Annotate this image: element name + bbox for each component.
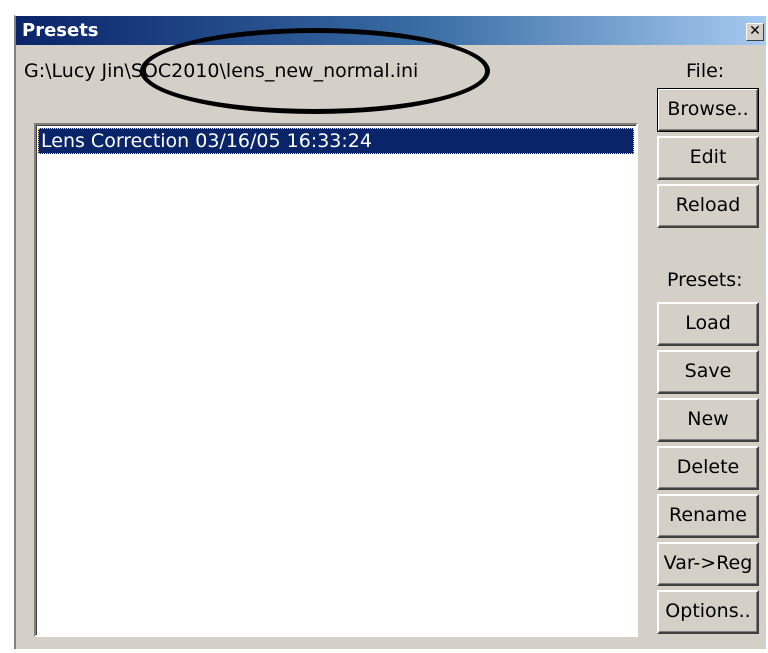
annotation-ellipse	[140, 28, 490, 114]
file-section-label: File:	[686, 60, 725, 82]
presets-section-label: Presets:	[667, 269, 743, 291]
rename-button[interactable]: Rename	[657, 494, 759, 538]
close-button[interactable]: ✕	[746, 23, 764, 41]
presets-dialog: Presets ✕ G:\Lucy Jin\SOC2010\lens_new_n…	[14, 15, 766, 649]
close-icon: ✕	[749, 23, 761, 39]
options-button[interactable]: Options..	[657, 590, 759, 634]
presets-listbox[interactable]: Lens Correction 03/16/05 16:33:24	[34, 123, 638, 637]
window-title: Presets	[22, 20, 99, 41]
save-button[interactable]: Save	[657, 350, 759, 394]
new-button[interactable]: New	[657, 398, 759, 442]
reload-button[interactable]: Reload	[657, 184, 759, 228]
delete-button[interactable]: Delete	[657, 446, 759, 490]
load-button[interactable]: Load	[657, 302, 759, 346]
edit-button[interactable]: Edit	[657, 136, 759, 180]
var-to-reg-button[interactable]: Var->Reg	[657, 542, 759, 586]
list-item[interactable]: Lens Correction 03/16/05 16:33:24	[38, 128, 634, 154]
browse-button[interactable]: Browse..	[657, 88, 759, 132]
